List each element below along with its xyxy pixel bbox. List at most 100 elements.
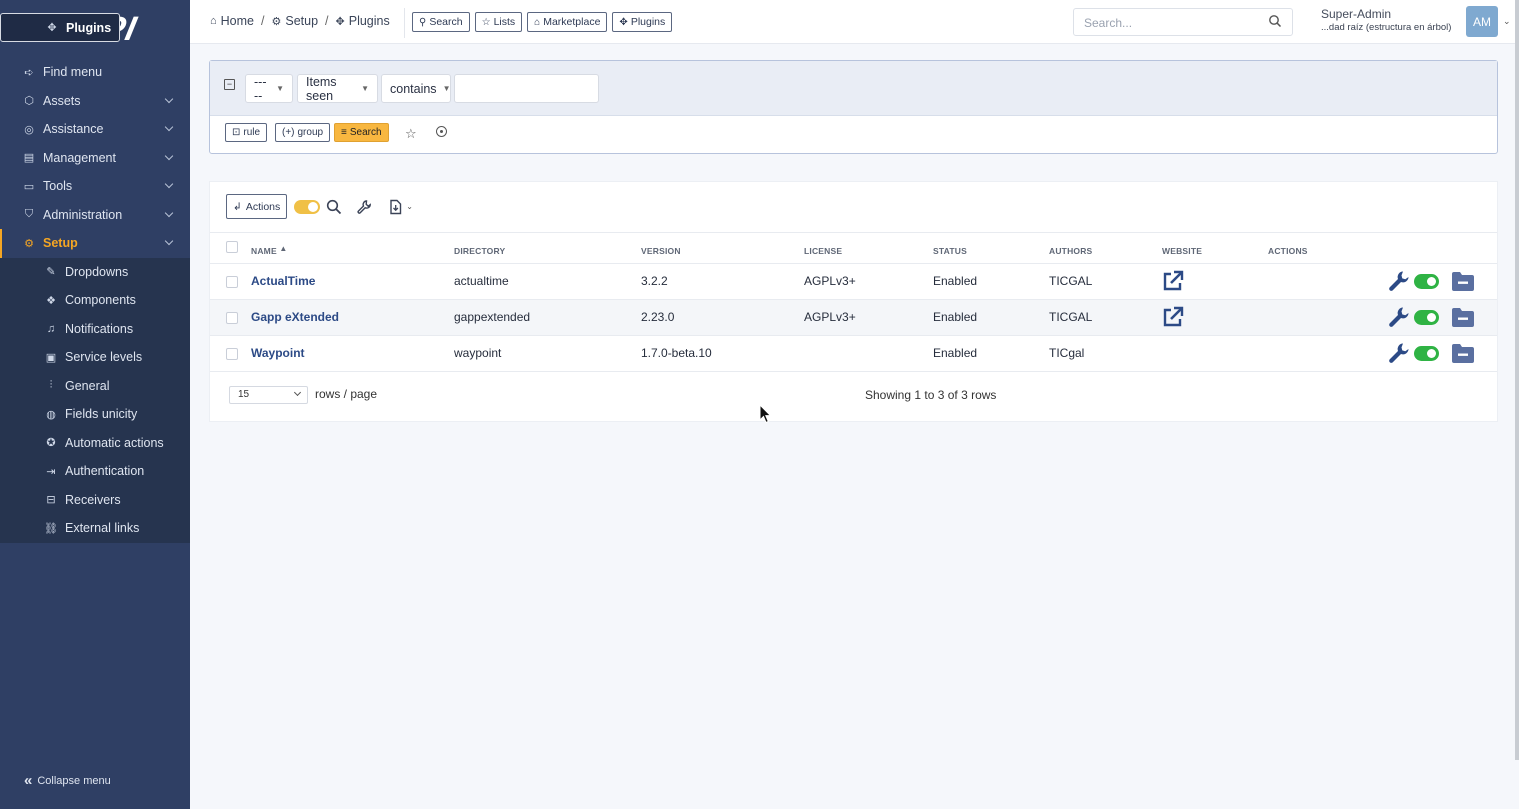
sidebar-item-find-menu[interactable]: ➪ Find menu [0,58,190,87]
rows-per-page-select[interactable]: 15 [229,386,308,404]
wrench-icon[interactable] [1388,342,1410,364]
chevron-down-icon[interactable]: ⌄ [406,202,413,211]
wrench-icon[interactable] [1388,270,1410,292]
breadcrumb-home[interactable]: Home [221,14,254,28]
external-link-icon[interactable] [1162,306,1184,328]
edit-icon: ✎ [46,266,56,279]
wrench-icon[interactable] [1388,306,1410,328]
sidebar-item-label: Assistance [43,122,104,137]
rows-per-page-value: 15 [238,389,250,400]
column-header-website[interactable]: WEBSITE [1162,246,1202,256]
collapse-menu-button[interactable]: « Collapse menu [24,772,111,789]
sidebar-item-automatic-actions[interactable]: ✪ Automatic actions [0,429,190,458]
select-all-checkbox[interactable] [226,241,238,253]
criteria-select[interactable]: Items seen ▼ [297,74,378,103]
plugin-name-link[interactable]: Waypoint [251,346,305,360]
external-link-icon[interactable] [1162,270,1184,292]
sidebar-item-plugins[interactable]: ✥ Plugins [0,13,121,42]
tool-icon[interactable] [356,199,372,215]
puzzle-icon: ✥ [619,16,628,28]
sidebar-item-dropdowns[interactable]: ✎ Dropdowns [0,258,190,287]
search-button[interactable]: ⚲ Search [412,12,470,32]
plugin-version: 3.2.2 [641,274,668,288]
search-toggle-switch[interactable] [294,199,321,214]
sidebar-item-service-levels[interactable]: ▣ Service levels [0,343,190,372]
plugin-name-link[interactable]: ActualTime [251,274,315,288]
avatar[interactable]: AM [1466,6,1498,37]
search-icon[interactable] [326,199,342,215]
sidebar-item-notifications[interactable]: ♫ Notifications [0,315,190,344]
search-button-label: Search [429,16,463,28]
bell-icon: ♫ [46,322,56,335]
chevron-down-icon[interactable]: ⌄ [1503,16,1511,27]
breadcrumb-separator: / [325,14,329,28]
operator-select[interactable]: contains ▼ [381,74,451,103]
plugin-authors: TICGAL [1049,274,1093,288]
column-header-authors[interactable]: AUTHORS [1049,246,1092,256]
save-search-star-icon[interactable]: ☆ [405,126,417,142]
sidebar-item-external-links[interactable]: ⛓ External links [0,514,190,543]
shield-icon: ⛉ [24,208,34,221]
sidebar-item-administration[interactable]: ⛉ Administration [0,201,190,230]
sidebar-item-label: Find menu [43,65,103,80]
file-export-icon[interactable] [388,199,404,215]
add-group-button[interactable]: (+) group [275,123,331,142]
sidebar-item-setup[interactable]: ⚙ Setup [0,229,190,258]
add-rule-button[interactable]: ⊡ rule [225,123,268,142]
row-checkbox[interactable] [226,348,238,360]
criteria-select-value: Items seen [306,74,337,103]
folder-minus-icon[interactable] [1451,343,1475,364]
row-checkbox[interactable] [226,276,238,288]
search-submit-label: Search [349,127,382,138]
scrollbar[interactable] [1515,0,1519,760]
breadcrumb-setup[interactable]: Setup [285,14,318,28]
sidebar-item-authentication[interactable]: ⇥ Authentication [0,457,190,486]
plugin-name-link[interactable]: Gapp eXtended [251,310,339,324]
sidebar-item-assistance[interactable]: ◎ Assistance [0,115,190,144]
sidebar-item-label: General [65,378,110,393]
plugin-version: 1.7.0-beta.10 [641,346,712,360]
column-header-status[interactable]: STATUS [933,246,967,256]
rows-per-page-label: rows / page [315,387,378,401]
sidebar-item-receivers[interactable]: ⊟ Receivers [0,486,190,515]
sidebar-item-management[interactable]: ▤ Management [0,144,190,173]
column-header-version[interactable]: VERSION [641,246,681,256]
plugin-directory: waypoint [454,346,502,360]
building-store-icon: ⌂ [534,16,541,28]
plugins-button[interactable]: ✥ Plugins [612,12,673,32]
operator-select-value: contains [390,81,437,96]
sidebar-item-label: Dropdowns [65,264,129,279]
sidebar-item-tools[interactable]: ▭ Tools [0,172,190,201]
user-entity: ...dad raíz (estructura en árbol) [1321,22,1452,33]
enable-toggle-switch[interactable] [1414,345,1439,361]
table-row: Waypoint waypoint 1.7.0-beta.10 Enabled … [210,336,1497,372]
enable-toggle-switch[interactable] [1414,273,1439,289]
remove-criteria-icon[interactable]: − [224,79,235,90]
sidebar-item-assets[interactable]: ⬡ Assets [0,87,190,116]
reset-search-icon[interactable] [436,126,447,137]
row-checkbox[interactable] [226,312,238,324]
enable-toggle-switch[interactable] [1414,309,1439,325]
plugin-status: Enabled [933,310,978,324]
sidebar-item-label: External links [65,521,140,536]
search-submit-button[interactable]: ≡ Search [334,123,389,142]
lists-button[interactable]: ☆ Lists [474,12,523,32]
field-select[interactable]: ----- ▼ [245,74,293,103]
actions-button[interactable]: ↲ Actions [226,194,288,219]
sidebar-item-components[interactable]: ❖ Components [0,286,190,315]
column-header-license[interactable]: LICENSE [804,246,842,256]
column-header-name[interactable]: NAME ▲ [251,244,288,256]
folder-minus-icon[interactable] [1451,307,1475,328]
table-row: Gapp eXtended gappextended 2.23.0 AGPLv3… [210,300,1497,336]
global-search-input[interactable]: Search... [1073,8,1293,36]
column-header-directory[interactable]: DIRECTORY [454,246,505,256]
folder-minus-icon[interactable] [1451,271,1475,292]
marketplace-button[interactable]: ⌂ Marketplace [527,12,608,32]
adjustments-icon: ⫶ [49,379,53,392]
sidebar-item-general[interactable]: ⫶ General [0,372,190,401]
sidebar-item-fields-unicity[interactable]: ◍ Fields unicity [0,400,190,429]
breadcrumb-plugins[interactable]: Plugins [349,14,390,28]
user-menu[interactable]: Super-Admin ...dad raíz (estructura en á… [1321,8,1451,34]
criteria-value-input[interactable] [454,74,599,103]
chevron-down-icon [164,94,174,103]
